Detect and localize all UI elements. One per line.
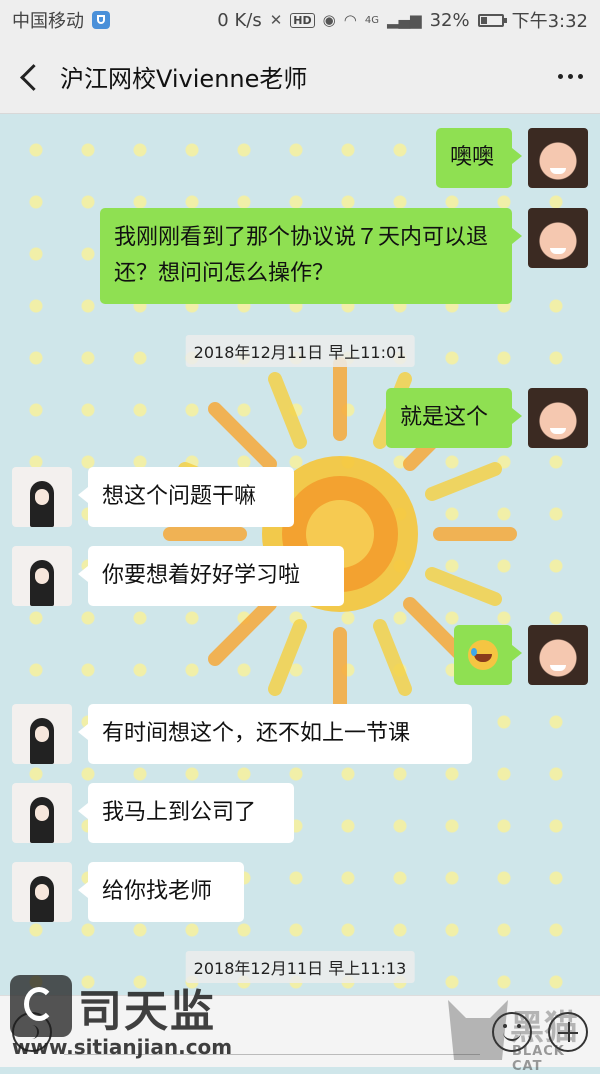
battery-icon	[477, 13, 507, 27]
message-bubble[interactable]: 噢噢	[436, 128, 522, 188]
message-bubble[interactable]: 我刚刚看到了那个协议说７天内可以退还？想问问怎么操作？	[100, 208, 522, 304]
message-bubble[interactable]: 有时间想这个，还不如上一节课	[78, 704, 472, 764]
teacher-avatar[interactable]	[12, 467, 72, 527]
eye-icon: ◉	[322, 11, 336, 29]
laughing-crying-emoji-icon	[468, 640, 498, 670]
chat-message-received: 有时间想这个，还不如上一节课	[12, 704, 472, 764]
back-icon[interactable]	[0, 40, 60, 114]
message-bubble[interactable]: 你要想着好好学习啦	[78, 546, 344, 606]
plus-icon[interactable]	[548, 1011, 588, 1052]
voice-icon[interactable]	[12, 1011, 52, 1052]
hd-badge: HD	[290, 12, 315, 28]
chat-message-received: 给你找老师	[12, 862, 244, 922]
status-bar-left: 中国移动	[12, 7, 110, 33]
message-bubble[interactable]: 就是这个	[386, 388, 522, 448]
message-timestamp: 2018年12月11日 早上11:13	[185, 951, 415, 983]
message-bubble[interactable]: 想这个问题干嘛	[78, 467, 294, 527]
chat-message-received: 你要想着好好学习啦	[12, 546, 344, 606]
chat-message-sent: 噢噢	[436, 128, 588, 188]
teacher-avatar[interactable]	[12, 546, 72, 606]
message-timestamp: 2018年12月11日 早上11:01	[185, 335, 415, 367]
chat-message-sent: 就是这个	[386, 388, 588, 448]
chat-message-sent: 我刚刚看到了那个协议说７天内可以退还？想问问怎么操作？	[100, 208, 588, 304]
my-avatar[interactable]	[528, 128, 588, 188]
message-bubble[interactable]	[454, 625, 522, 685]
teacher-avatar[interactable]	[12, 783, 72, 843]
chat-title: 沪江网校Vivienne老师	[60, 65, 308, 93]
emoji-icon[interactable]	[492, 1011, 532, 1052]
chat-message-received: 我马上到公司了	[12, 783, 294, 843]
wifi-icon: ◠	[343, 11, 357, 29]
teacher-avatar[interactable]	[12, 862, 72, 922]
message-bubble[interactable]: 给你找老师	[78, 862, 244, 922]
signal-icon: ▂▄▆	[386, 11, 422, 29]
shield-icon	[92, 11, 110, 29]
chat-message-received: 想这个问题干嘛	[12, 467, 294, 527]
network-speed: 0 K/s	[217, 9, 262, 31]
battery-fill	[480, 16, 487, 24]
message-bubble[interactable]: 我马上到公司了	[78, 783, 294, 843]
chat-message-sent	[454, 625, 588, 685]
message-input-bar	[0, 995, 600, 1067]
carrier-label: 中国移动	[12, 11, 84, 32]
message-input[interactable]	[64, 1008, 480, 1055]
chat-header: 沪江网校Vivienne老师	[0, 40, 600, 114]
status-bar: 中国移动 0 K/s ✕ HD ◉ ◠ 4G ▂▄▆ 32% 下午3:32	[0, 0, 600, 40]
more-options-icon[interactable]	[540, 40, 600, 114]
chat-area[interactable]: 噢噢 我刚刚看到了那个协议说７天内可以退还？想问问怎么操作？ 2018年12月1…	[0, 114, 600, 1067]
my-avatar[interactable]	[528, 625, 588, 685]
network-type: 4G	[364, 14, 379, 26]
battery-percent: 32%	[429, 9, 470, 31]
my-avatar[interactable]	[528, 388, 588, 448]
teacher-avatar[interactable]	[12, 704, 72, 764]
clock: 下午3:32	[511, 11, 588, 32]
status-bar-right: 0 K/s ✕ HD ◉ ◠ 4G ▂▄▆ 32% 下午3:32	[217, 7, 588, 33]
my-avatar[interactable]	[528, 208, 588, 268]
mute-icon: ✕	[269, 11, 283, 29]
